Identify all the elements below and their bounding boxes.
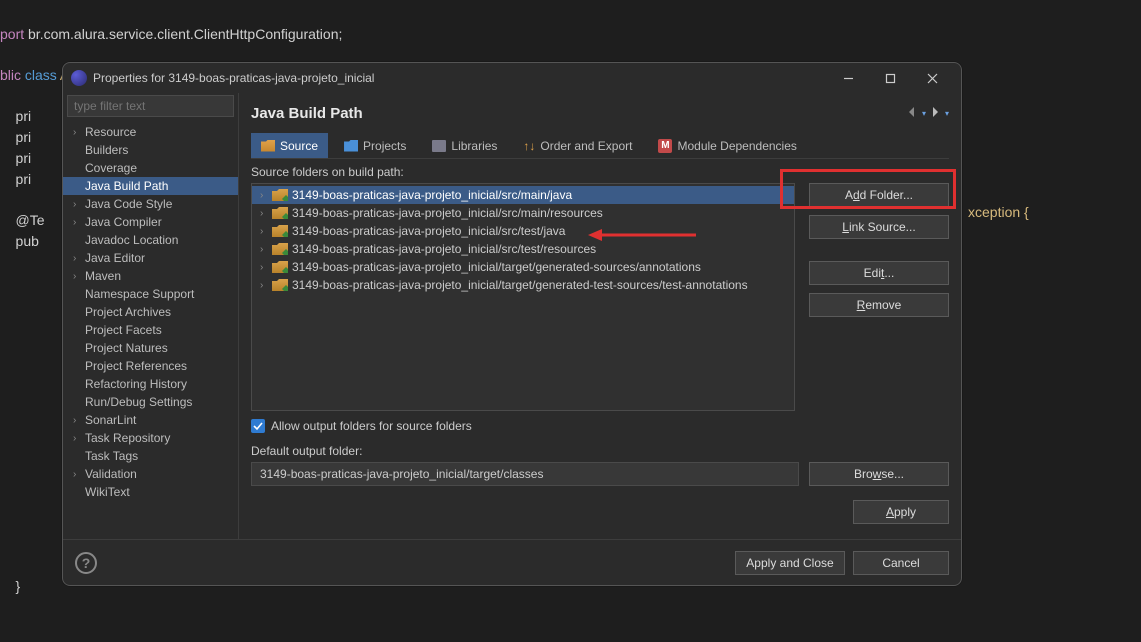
- package-folder-icon: [272, 261, 288, 273]
- libraries-icon: [432, 140, 446, 152]
- filter-box: [67, 95, 234, 117]
- source-folder-item[interactable]: ›3149-boas-praticas-java-projeto_inicial…: [252, 258, 794, 276]
- filter-input[interactable]: [67, 95, 234, 117]
- default-output-label: Default output folder:: [251, 444, 362, 458]
- sidebar-item-sonarlint[interactable]: ›SonarLint: [63, 411, 238, 429]
- sidebar-item-wikitext[interactable]: WikiText: [63, 483, 238, 501]
- sidebar-item-task-repository[interactable]: ›Task Repository: [63, 429, 238, 447]
- package-folder-icon: [272, 279, 288, 291]
- sidebar-item-coverage[interactable]: Coverage: [63, 159, 238, 177]
- sidebar-item-project-natures[interactable]: Project Natures: [63, 339, 238, 357]
- tab-projects[interactable]: Projects: [334, 133, 416, 158]
- sidebar-item-java-compiler[interactable]: ›Java Compiler: [63, 213, 238, 231]
- properties-dialog: Properties for 3149-boas-praticas-java-p…: [62, 62, 962, 586]
- tab-source[interactable]: Source: [251, 133, 328, 158]
- maximize-button[interactable]: [869, 64, 911, 92]
- help-icon[interactable]: ?: [75, 552, 97, 574]
- sidebar-item-builders[interactable]: Builders: [63, 141, 238, 159]
- tab-order-export[interactable]: ↑↓Order and Export: [513, 133, 642, 158]
- folder-icon: [261, 140, 275, 152]
- page-title: Java Build Path: [251, 105, 363, 122]
- source-folder-item[interactable]: ›3149-boas-praticas-java-projeto_inicial…: [252, 222, 794, 240]
- remove-button[interactable]: Remove: [809, 293, 949, 317]
- forward-menu-icon[interactable]: ▾: [945, 109, 949, 118]
- nav-history: ▾ ▾: [905, 105, 949, 122]
- editor-brace: }: [0, 572, 20, 601]
- tab-module-deps[interactable]: MModule Dependencies: [648, 133, 806, 158]
- source-folders-label: Source folders on build path:: [251, 165, 949, 179]
- order-icon: ↑↓: [523, 140, 535, 152]
- apply-and-close-button[interactable]: Apply and Close: [735, 551, 845, 575]
- back-icon[interactable]: [905, 105, 919, 122]
- package-folder-icon: [272, 243, 288, 255]
- sidebar-item-task-tags[interactable]: Task Tags: [63, 447, 238, 465]
- browse-button[interactable]: Browse...: [809, 462, 949, 486]
- cancel-button[interactable]: Cancel: [853, 551, 949, 575]
- sidebar-item-java-build-path[interactable]: Java Build Path: [63, 177, 238, 195]
- sidebar-item-project-references[interactable]: Project References: [63, 357, 238, 375]
- package-folder-icon: [272, 225, 288, 237]
- back-menu-icon[interactable]: ▾: [922, 109, 926, 118]
- tab-libraries[interactable]: Libraries: [422, 133, 507, 158]
- sidebar-item-refactoring-history[interactable]: Refactoring History: [63, 375, 238, 393]
- forward-icon[interactable]: [928, 105, 942, 122]
- sidebar-item-validation[interactable]: ›Validation: [63, 465, 238, 483]
- close-button[interactable]: [911, 64, 953, 92]
- sidebar-item-namespace-support[interactable]: Namespace Support: [63, 285, 238, 303]
- default-output-input[interactable]: [251, 462, 799, 486]
- sidebar-item-resource[interactable]: ›Resource: [63, 123, 238, 141]
- source-folder-item[interactable]: ›3149-boas-praticas-java-projeto_inicial…: [252, 276, 794, 294]
- editor-tail: xception {: [968, 198, 1029, 227]
- projects-icon: [344, 140, 358, 152]
- edit-button[interactable]: Edit...: [809, 261, 949, 285]
- source-folder-item[interactable]: ›3149-boas-praticas-java-projeto_inicial…: [252, 240, 794, 258]
- sidebar-item-javadoc-location[interactable]: Javadoc Location: [63, 231, 238, 249]
- tab-bar: Source Projects Libraries ↑↓Order and Ex…: [251, 133, 949, 159]
- source-folder-item[interactable]: ›3149-boas-praticas-java-projeto_inicial…: [252, 186, 794, 204]
- sidebar-item-run-debug-settings[interactable]: Run/Debug Settings: [63, 393, 238, 411]
- sidebar-item-project-facets[interactable]: Project Facets: [63, 321, 238, 339]
- sidebar-item-maven[interactable]: ›Maven: [63, 267, 238, 285]
- module-icon: M: [658, 139, 672, 153]
- sidebar-item-java-editor[interactable]: ›Java Editor: [63, 249, 238, 267]
- minimize-button[interactable]: [827, 64, 869, 92]
- dialog-footer: ? Apply and Close Cancel: [63, 539, 961, 585]
- add-folder-button[interactable]: Add Folder...: [809, 183, 949, 207]
- source-folder-item[interactable]: ›3149-boas-praticas-java-projeto_inicial…: [252, 204, 794, 222]
- package-folder-icon: [272, 207, 288, 219]
- sidebar-item-java-code-style[interactable]: ›Java Code Style: [63, 195, 238, 213]
- window-title: Properties for 3149-boas-praticas-java-p…: [93, 71, 374, 85]
- category-sidebar: ›Resource Builders Coverage Java Build P…: [63, 93, 239, 539]
- source-buttons: Add Folder... Link Source... Edit... Rem…: [809, 183, 949, 411]
- category-tree[interactable]: ›Resource Builders Coverage Java Build P…: [63, 121, 238, 539]
- link-source-button[interactable]: Link Source...: [809, 215, 949, 239]
- main-pane: Java Build Path ▾ ▾ Source Projects Libr…: [239, 93, 961, 539]
- allow-output-checkbox[interactable]: [251, 419, 265, 433]
- eclipse-icon: [71, 70, 87, 86]
- sidebar-item-project-archives[interactable]: Project Archives: [63, 303, 238, 321]
- allow-output-label: Allow output folders for source folders: [271, 419, 472, 433]
- source-folders-list[interactable]: ›3149-boas-praticas-java-projeto_inicial…: [251, 183, 795, 411]
- titlebar: Properties for 3149-boas-praticas-java-p…: [63, 63, 961, 93]
- package-folder-icon: [272, 189, 288, 201]
- apply-button[interactable]: Apply: [853, 500, 949, 524]
